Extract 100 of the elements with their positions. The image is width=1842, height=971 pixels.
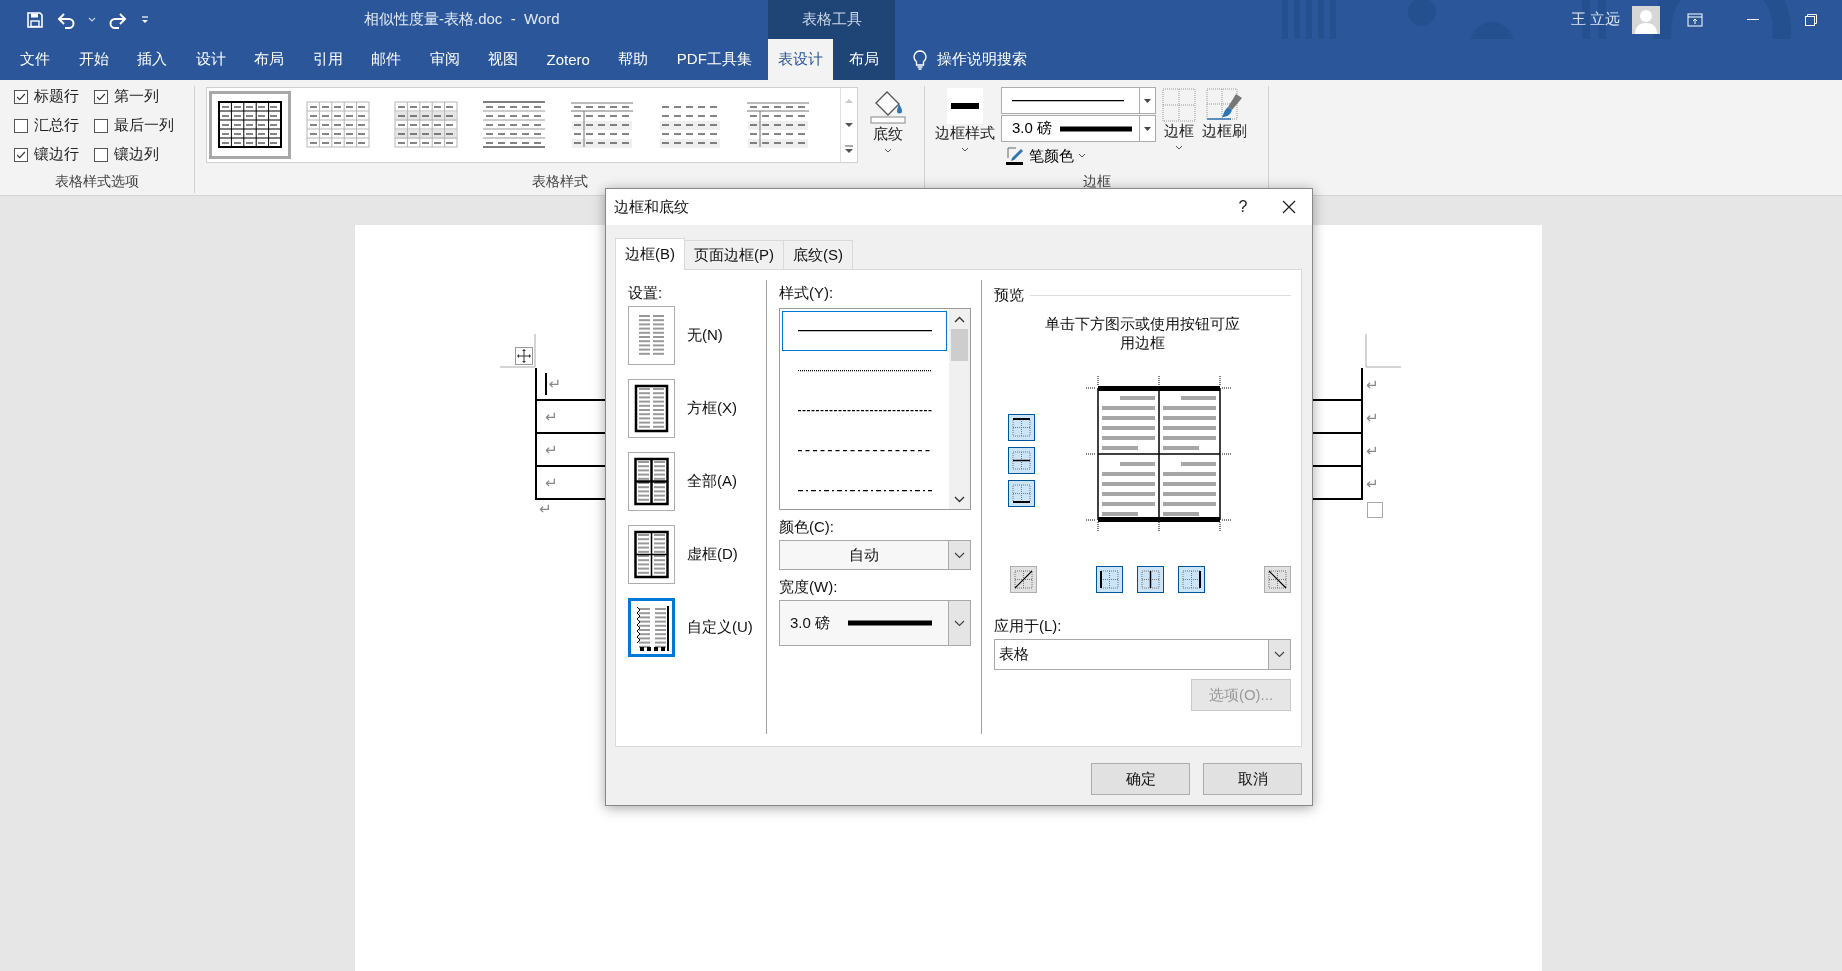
line-sample-icon xyxy=(797,329,932,333)
border-diagonal-up-button[interactable] xyxy=(1010,566,1037,593)
paragraph-mark: ↵ xyxy=(539,500,552,518)
border-inside-vertical-button[interactable] xyxy=(1137,566,1164,593)
color-dropdown[interactable]: 自动 xyxy=(779,540,971,570)
checkbox-label[interactable]: 镶边行 xyxy=(34,145,79,164)
ribbon-tab[interactable]: 文件 xyxy=(10,39,60,80)
table-end-marker xyxy=(1367,502,1383,518)
ribbon-tab[interactable]: 插入 xyxy=(127,39,177,80)
border-diagonal-down-button[interactable] xyxy=(1264,566,1291,593)
cancel-button[interactable]: 取消 xyxy=(1203,763,1302,795)
checkbox-label[interactable]: 第一列 xyxy=(114,87,159,106)
document-title: 相似性度量-表格.doc - Word xyxy=(364,9,561,29)
line-weight-icon xyxy=(848,620,933,626)
checkbox[interactable] xyxy=(14,89,28,104)
style-label: 样式(Y): xyxy=(779,284,835,303)
undo-icon[interactable] xyxy=(56,10,76,29)
apply-to-dropdown[interactable]: 表格 xyxy=(994,639,1291,670)
table-style-icon xyxy=(746,101,810,149)
checkbox[interactable] xyxy=(94,118,108,133)
crop-mark xyxy=(1365,334,1401,368)
style-list[interactable] xyxy=(779,308,971,510)
customize-toolbar-icon[interactable] xyxy=(140,14,150,25)
checkbox-label[interactable]: 汇总行 xyxy=(34,116,79,135)
border-right-button[interactable] xyxy=(1178,566,1205,593)
ribbon-tab[interactable]: 开始 xyxy=(68,39,119,80)
redo-icon[interactable] xyxy=(108,10,128,29)
ribbon-tab[interactable]: 引用 xyxy=(302,39,353,80)
ribbon-tab[interactable]: 布局 xyxy=(244,39,294,80)
save-icon[interactable] xyxy=(26,10,44,29)
dialog-tab[interactable]: 底纹(S) xyxy=(783,240,853,269)
paragraph-mark: ↵ xyxy=(545,473,558,492)
setting-option[interactable]: 虚框(D) xyxy=(628,525,756,584)
ribbon-tab[interactable]: 审阅 xyxy=(419,39,470,80)
checkbox[interactable] xyxy=(94,89,108,104)
ribbon-tab[interactable]: Zotero xyxy=(536,39,600,80)
pen-weight-dropdown[interactable]: 3.0 磅 xyxy=(1001,115,1156,142)
line-sample-icon xyxy=(1012,98,1124,103)
ok-button[interactable]: 确定 xyxy=(1091,763,1190,795)
border-bottom-button[interactable] xyxy=(1008,480,1035,507)
row-end-mark: ↵ xyxy=(1365,473,1379,494)
pen-color-button[interactable]: 笔颜色 xyxy=(1001,142,1156,166)
ribbon-tab[interactable]: 视图 xyxy=(478,39,528,80)
setting-option[interactable]: 无(N) xyxy=(628,306,756,365)
table-style-option[interactable] xyxy=(209,91,291,159)
group-label: 边框 xyxy=(1081,173,1112,191)
pen-style-dropdown[interactable] xyxy=(1001,87,1156,114)
border-inside-horizontal-button[interactable] xyxy=(1008,447,1035,474)
paint-bucket-icon xyxy=(868,89,908,125)
table-style-icon xyxy=(306,101,370,149)
ribbon-tab[interactable]: PDF工具集 xyxy=(666,39,762,80)
line-sample-icon xyxy=(797,409,932,413)
shading-button[interactable]: 底纹 xyxy=(868,87,908,173)
table-style-icon xyxy=(482,101,546,149)
dialog-tab[interactable]: 边框(B) xyxy=(615,238,685,270)
checkbox[interactable] xyxy=(14,147,28,162)
checkbox[interactable] xyxy=(14,118,28,133)
width-label: 宽度(W): xyxy=(779,578,839,597)
border-painter-button[interactable]: 边框刷 xyxy=(1202,86,1247,173)
width-dropdown[interactable]: 3.0 磅 xyxy=(779,600,971,646)
checkbox-label[interactable]: 标题行 xyxy=(34,87,79,106)
border-top-button[interactable] xyxy=(1008,414,1035,441)
pen-color-icon xyxy=(1005,146,1025,166)
borders-button[interactable]: 边框 xyxy=(1162,86,1196,173)
border-styles-button[interactable]: 边框样式 xyxy=(935,86,995,173)
ribbon-tab[interactable]: 表设计 xyxy=(768,39,833,80)
setting-option[interactable]: 自定义(U) xyxy=(628,598,756,657)
setting-option[interactable]: 方框(X) xyxy=(628,379,756,438)
line-sample-icon xyxy=(797,369,932,373)
checkbox-label[interactable]: 最后一列 xyxy=(114,116,174,135)
ribbon-tab[interactable]: 帮助 xyxy=(608,39,659,80)
border-left-button[interactable] xyxy=(1096,566,1123,593)
more-icon xyxy=(844,145,854,155)
border-painter-icon xyxy=(1205,88,1244,122)
user-name[interactable]: 王 立远 xyxy=(1570,10,1620,29)
setting-label: 设置: xyxy=(628,284,664,303)
row-end-mark: ↵ xyxy=(1365,440,1379,461)
scrollbar-thumb[interactable] xyxy=(951,329,968,361)
minimize-icon xyxy=(1747,18,1759,21)
help-button[interactable]: ? xyxy=(1220,189,1266,225)
apply-to-label: 应用于(L): xyxy=(994,617,1063,636)
caret-icon[interactable] xyxy=(88,16,96,23)
line-sample-icon xyxy=(797,489,932,493)
checkbox[interactable] xyxy=(94,147,108,162)
paragraph-mark: ↵ xyxy=(548,374,562,393)
ribbon-tab[interactable]: 邮件 xyxy=(361,39,411,80)
preview-hint: 单击下方图示或使用按钮可应用边框 xyxy=(1044,314,1241,352)
tell-me-search[interactable]: 操作说明搜索 xyxy=(937,50,1027,69)
line-style-option[interactable] xyxy=(782,311,947,351)
move-handle-icon[interactable] xyxy=(515,347,533,365)
checkbox-label[interactable]: 镶边列 xyxy=(114,145,159,164)
lightbulb-icon xyxy=(913,49,927,70)
row-end-mark: ↵ xyxy=(1365,407,1379,428)
row-end-mark: ↵ xyxy=(1365,374,1379,395)
ribbon-display-icon xyxy=(1687,12,1703,27)
ribbon-tab[interactable]: 设计 xyxy=(185,39,236,80)
close-icon xyxy=(1282,200,1296,214)
color-label: 颜色(C): xyxy=(779,518,835,537)
crop-mark xyxy=(500,334,536,368)
setting-option[interactable]: 全部(A) xyxy=(628,452,756,511)
